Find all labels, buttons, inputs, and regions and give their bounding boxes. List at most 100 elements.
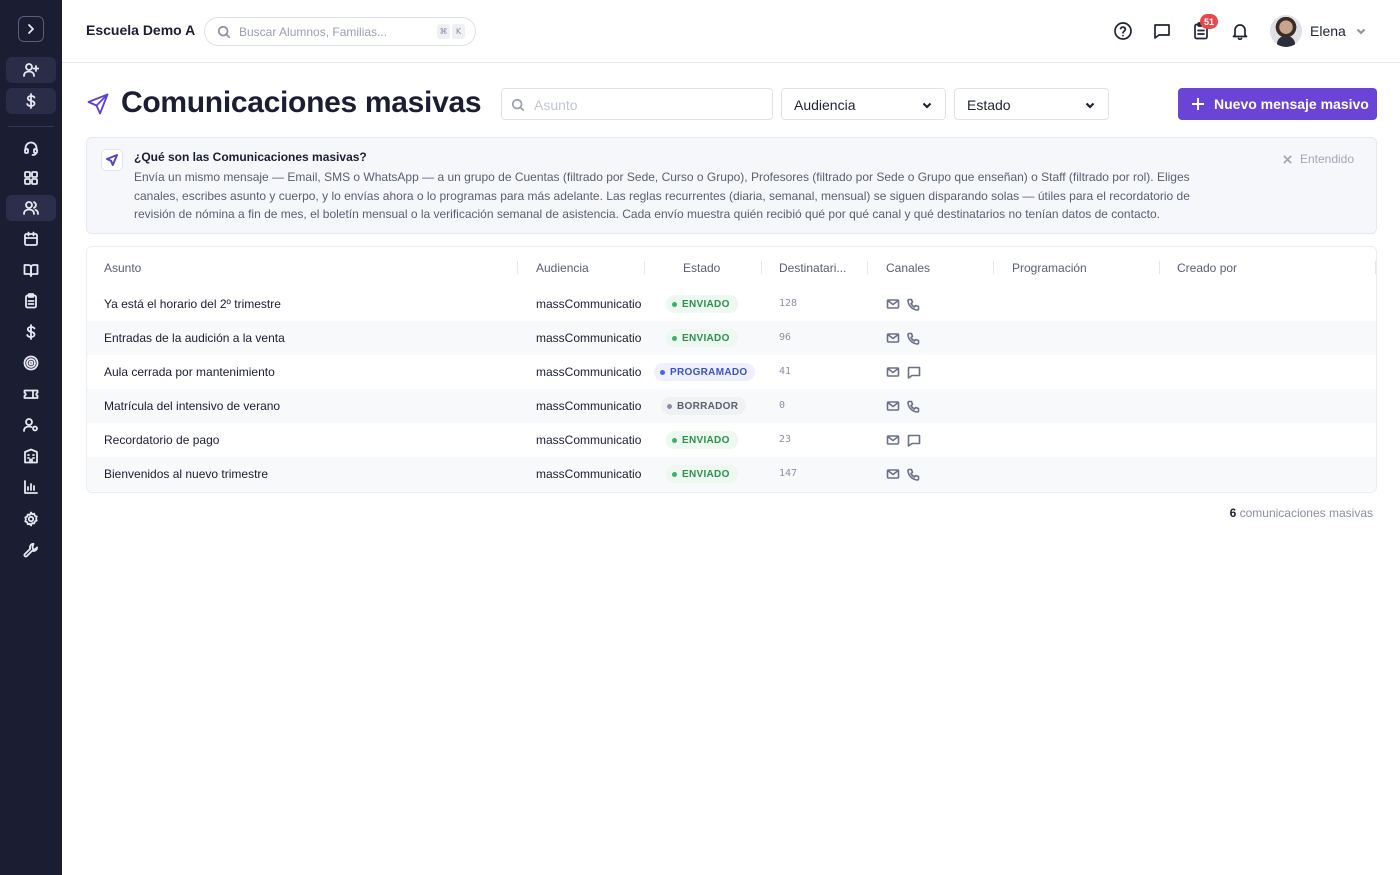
- sidebar-item-reports[interactable]: [6, 474, 56, 500]
- dollar-icon: [26, 324, 36, 340]
- sidebar-item-goals[interactable]: [6, 350, 56, 376]
- phone-icon: [907, 399, 921, 413]
- users-icon: [23, 201, 39, 215]
- calendar-icon: [24, 231, 38, 246]
- status-label: BORRADOR: [677, 400, 739, 412]
- close-icon: [1283, 154, 1292, 164]
- status-badge: ENVIADO: [666, 329, 738, 347]
- avatar[interactable]: [1270, 15, 1302, 47]
- status-dot: [672, 301, 677, 307]
- grid-icon: [24, 171, 38, 185]
- sidebar-item-settings[interactable]: [6, 506, 56, 532]
- messages-button[interactable]: [1152, 21, 1172, 41]
- table-row[interactable]: Bienvenidos al nuevo trimestre massCommu…: [87, 457, 1376, 491]
- column-resize-handle[interactable]: [993, 261, 994, 274]
- sidebar-item-add-student[interactable]: [6, 57, 56, 83]
- global-search-input[interactable]: Buscar Alumnos, Familias... ⌘ K: [204, 17, 476, 46]
- plus-icon: [1190, 96, 1206, 112]
- sidebar-item-courses[interactable]: [6, 257, 56, 283]
- book-icon: [23, 264, 39, 277]
- info-banner: ¿Qué son las Comunicaciones masivas? Env…: [86, 137, 1377, 234]
- chevron-right-icon: [28, 24, 34, 34]
- mail-icon: [886, 297, 900, 311]
- user-menu-toggle[interactable]: [1355, 24, 1367, 36]
- phone-icon: [907, 297, 921, 311]
- sidebar-item-payments[interactable]: [6, 88, 56, 114]
- column-header-audience[interactable]: Audiencia: [536, 261, 589, 275]
- column-resize-handle[interactable]: [644, 261, 645, 274]
- column-resize-handle[interactable]: [1159, 261, 1160, 274]
- help-icon: [1114, 22, 1132, 40]
- message-icon: [1154, 24, 1170, 39]
- subject-search-input[interactable]: Asunto: [501, 88, 773, 120]
- sidebar-item-events[interactable]: [6, 381, 56, 407]
- column-header-created-by[interactable]: Creado por: [1177, 261, 1237, 275]
- row-subject: Entradas de la audición a la venta: [104, 331, 285, 345]
- sidebar-item-staff[interactable]: [6, 412, 56, 438]
- building-icon: [24, 448, 38, 464]
- sidebar-item-locations[interactable]: [6, 443, 56, 469]
- row-subject: Aula cerrada por mantenimiento: [104, 365, 275, 379]
- sidebar-item-billing[interactable]: [6, 319, 56, 345]
- dismiss-info-button[interactable]: Entendido: [1283, 152, 1354, 166]
- mail-icon: [886, 331, 900, 345]
- chevron-down-icon: [922, 102, 932, 109]
- mass-communications-table: Asunto Audiencia Estado Destinatari... C…: [86, 246, 1377, 493]
- tasks-count-badge: 51: [1200, 14, 1218, 29]
- status-badge: BORRADOR: [661, 397, 747, 415]
- status-label: ENVIADO: [682, 298, 730, 310]
- table-row[interactable]: Recordatorio de pago massCommunicatio EN…: [87, 423, 1376, 457]
- clipboard-icon: [25, 293, 37, 309]
- status-filter-select[interactable]: Estado: [954, 88, 1109, 120]
- column-resize-handle[interactable]: [867, 261, 868, 274]
- status-dot: [667, 403, 672, 409]
- user-name[interactable]: Elena: [1310, 23, 1346, 39]
- table-row[interactable]: Entradas de la audición a la venta massC…: [87, 321, 1376, 355]
- column-resize-handle[interactable]: [761, 261, 762, 274]
- sidebar-item-calendar[interactable]: [6, 226, 56, 252]
- audience-filter-label: Audiencia: [794, 97, 856, 113]
- status-badge: ENVIADO: [666, 465, 738, 483]
- results-count: 6 comunicaciones masivas: [1230, 506, 1373, 520]
- sidebar-item-support[interactable]: [6, 135, 56, 161]
- column-header-channels[interactable]: Canales: [886, 261, 930, 275]
- column-header-status[interactable]: Estado: [683, 261, 720, 275]
- sidebar-item-dashboard[interactable]: [6, 165, 56, 191]
- mail-icon: [886, 365, 900, 379]
- mail-icon: [886, 433, 900, 447]
- audience-filter-select[interactable]: Audiencia: [781, 88, 946, 120]
- sidebar: [0, 0, 62, 875]
- help-button[interactable]: [1113, 21, 1133, 41]
- row-recipients: 23: [779, 434, 792, 445]
- sidebar-item-attendance[interactable]: [6, 288, 56, 314]
- status-filter-label: Estado: [967, 97, 1011, 113]
- results-count-number: 6: [1229, 506, 1237, 520]
- table-row[interactable]: Matrícula del intensivo de verano massCo…: [87, 389, 1376, 423]
- results-count-label: comunicaciones masivas: [1239, 506, 1373, 520]
- column-header-recipients[interactable]: Destinatari...: [779, 261, 846, 275]
- column-resize-handle[interactable]: [1375, 261, 1376, 274]
- column-header-schedule[interactable]: Programación: [1012, 261, 1087, 275]
- mail-icon: [886, 467, 900, 481]
- column-header-subject[interactable]: Asunto: [104, 261, 141, 275]
- message-icon: [907, 365, 921, 379]
- user-gear-icon: [23, 418, 38, 432]
- column-resize-handle[interactable]: [517, 261, 518, 274]
- new-mass-message-button[interactable]: Nuevo mensaje masivo: [1178, 88, 1377, 120]
- notifications-button[interactable]: [1230, 21, 1250, 41]
- shortcut-key-cmd: ⌘: [437, 24, 450, 39]
- table-row[interactable]: Aula cerrada por mantenimiento massCommu…: [87, 355, 1376, 389]
- chevron-down-icon: [1085, 102, 1095, 109]
- row-audience: massCommunicatio: [536, 331, 642, 345]
- sidebar-item-contacts[interactable]: [6, 195, 56, 221]
- send-icon: [86, 92, 110, 116]
- sidebar-expand-button[interactable]: [18, 16, 44, 42]
- status-label: ENVIADO: [682, 468, 730, 480]
- sidebar-item-tools[interactable]: [6, 537, 56, 563]
- global-search-placeholder: Buscar Alumnos, Familias...: [239, 25, 388, 39]
- school-name[interactable]: Escuela Demo A: [86, 22, 195, 38]
- info-body: Envía un mismo mensaje — Email, SMS o Wh…: [134, 170, 1190, 221]
- bar-chart-icon: [24, 480, 38, 494]
- row-recipients: 41: [779, 366, 792, 377]
- table-row[interactable]: Ya está el horario del 2º trimestre mass…: [87, 287, 1376, 321]
